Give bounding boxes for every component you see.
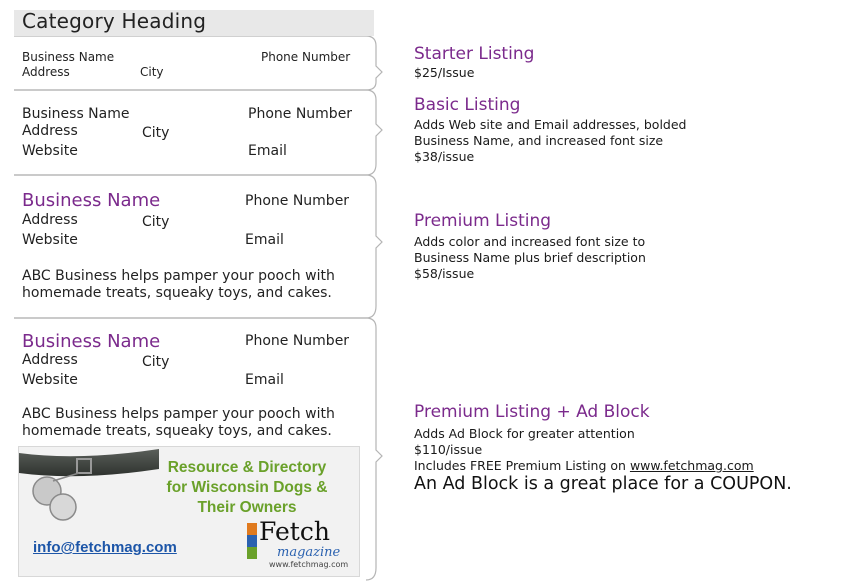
premium-ad-phone: Phone Number <box>245 333 350 349</box>
basic-price: $38/issue <box>414 149 475 164</box>
coupon-note: An Ad Block is a great place for a COUPO… <box>414 474 792 494</box>
logo-magazine-word: magazine <box>277 545 341 560</box>
premium-website: Website <box>22 232 78 248</box>
premium-ad-price: $110/issue <box>414 442 483 457</box>
basic-phone: Phone Number <box>248 106 353 122</box>
starter-phone: Phone Number <box>261 50 351 64</box>
logo-fetch-word: Fetch <box>259 517 330 546</box>
premium-phone: Phone Number <box>245 193 350 209</box>
premium-ad-description-line1: ABC Business helps pamper your pooch wit… <box>22 406 335 422</box>
fetchmag-link[interactable]: www.fetchmag.com <box>630 458 754 473</box>
basic-desc-line2: Business Name, and increased font size <box>414 133 664 148</box>
premium-description-line2: homemade treats, squeaky toys, and cakes… <box>22 285 332 301</box>
ad-line-1: Resource & Directory <box>167 459 327 476</box>
premium-ad-title: Premium Listing + Ad Block <box>414 402 650 422</box>
premium-description-line1: ABC Business helps pamper your pooch wit… <box>22 268 335 284</box>
premium-city: City <box>142 214 170 230</box>
premium-address: Address <box>22 212 78 228</box>
premium-business-name: Business Name <box>22 190 161 211</box>
basic-city: City <box>142 125 170 141</box>
premium-desc-line1: Adds color and increased font size to <box>414 234 646 249</box>
ad-email-link[interactable]: info@fetchmag.com <box>33 539 177 556</box>
premium-price: $58/issue <box>414 266 475 281</box>
premium-ad-desc-line1: Adds Ad Block for greater attention <box>414 426 635 441</box>
starter-title: Starter Listing <box>414 44 535 64</box>
premium-ad-description-line2: homemade treats, squeaky toys, and cakes… <box>22 423 332 439</box>
basic-desc-line1: Adds Web site and Email addresses, bolde… <box>414 117 687 132</box>
premium-desc-line2: Business Name plus brief description <box>414 250 646 265</box>
premium-ad-city: City <box>142 354 170 370</box>
basic-website: Website <box>22 143 78 159</box>
basic-business-name: Business Name <box>22 106 130 122</box>
premium-email: Email <box>245 232 284 248</box>
starter-city: City <box>140 65 164 79</box>
premium-ad-free-line: Includes FREE Premium Listing on www.fet… <box>414 458 754 474</box>
basic-address: Address <box>22 123 78 139</box>
premium-title: Premium Listing <box>414 211 552 231</box>
fetch-magazine-logo: Fetch magazine www.fetchmag.com <box>247 519 353 573</box>
category-heading: Category Heading <box>22 9 207 33</box>
logo-bar-icon <box>247 523 257 559</box>
ad-line-2: for Wisconsin Dogs & <box>166 479 328 496</box>
premium-ad-address: Address <box>22 352 78 368</box>
ad-line-3: Their Owners <box>197 499 297 516</box>
premium-ad-free-text: Includes FREE Premium Listing on <box>414 458 630 473</box>
premium-ad-business-name: Business Name <box>22 331 161 352</box>
starter-business-name: Business Name <box>22 50 115 64</box>
ad-block: Resource & Directory for Wisconsin Dogs … <box>18 446 360 577</box>
starter-price: $25/Issue <box>414 65 475 80</box>
basic-email: Email <box>248 143 287 159</box>
starter-address: Address <box>22 65 70 79</box>
logo-url: www.fetchmag.com <box>269 560 349 569</box>
basic-title: Basic Listing <box>414 95 521 115</box>
premium-ad-website: Website <box>22 372 78 388</box>
premium-ad-email: Email <box>245 372 284 388</box>
